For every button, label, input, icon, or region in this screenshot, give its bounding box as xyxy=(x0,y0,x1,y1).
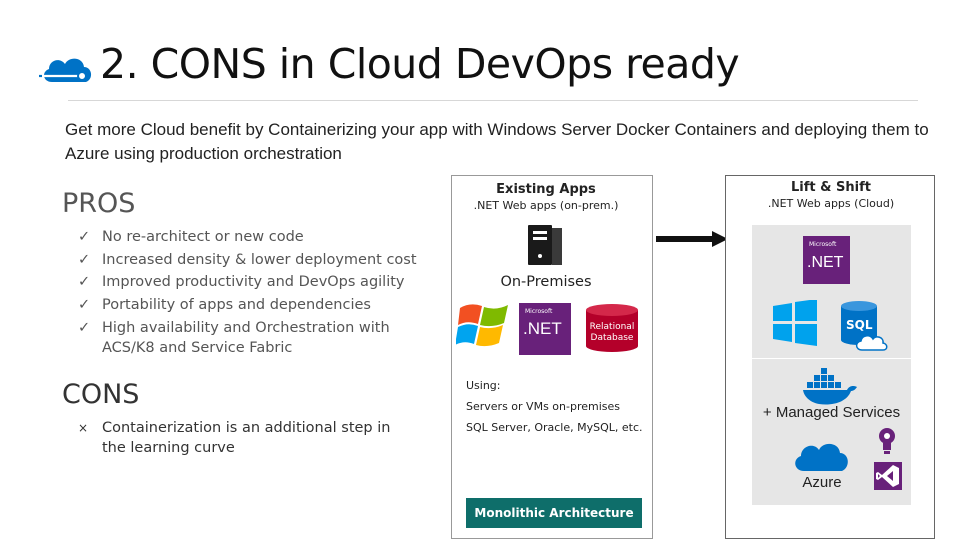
pros-item: ✓ No re-architect or new code xyxy=(78,226,438,249)
docker-whale-icon xyxy=(803,368,857,405)
page-title: 2. CONS in Cloud DevOps ready xyxy=(100,40,740,88)
azure-cloud-icon xyxy=(795,443,848,471)
panel-divider xyxy=(752,358,911,359)
pros-heading: PROS xyxy=(62,188,136,219)
using-label: Using: xyxy=(466,379,501,392)
cons-list: × Containerization is an additional step … xyxy=(78,418,418,458)
arrow-right-icon xyxy=(656,231,728,247)
pros-item: ✓ Portability of apps and dependencies xyxy=(78,294,438,317)
pros-list: ✓ No re-architect or new code ✓ Increased … xyxy=(78,226,438,358)
lift-shift-subtitle: .NET Web apps (Cloud) xyxy=(767,197,895,210)
cons-heading: CONS xyxy=(62,379,140,410)
dotnet-logo-icon: Microsoft .NET xyxy=(519,303,571,355)
on-premises-label: On-Premises xyxy=(500,274,592,290)
cons-item: × Containerization is an additional step … xyxy=(78,420,391,456)
existing-apps-subtitle: .NET Web apps (on-prem.) xyxy=(473,199,619,212)
pros-item: ✓ Increased density & lower deployment co… xyxy=(78,249,438,272)
pros-item: ✓ High availability and Orchestration wit… xyxy=(78,320,390,357)
check-icon: ✓ xyxy=(78,274,91,291)
server-tower-icon xyxy=(528,225,562,265)
lightbulb-icon xyxy=(879,428,895,454)
check-icon: ✓ xyxy=(78,296,91,313)
existing-apps-title: Existing Apps xyxy=(496,182,596,197)
windows-tiles-icon xyxy=(773,300,817,346)
check-icon: ✓ xyxy=(78,320,91,337)
sql-label: SQL xyxy=(846,318,873,332)
database-label: Relational Database xyxy=(589,322,635,343)
using-item: Servers or VMs on-premises xyxy=(466,400,620,413)
azure-label: Azure xyxy=(802,474,842,491)
slide-subtitle: Get more Cloud benefit by Containerizing… xyxy=(65,120,929,163)
cross-icon: × xyxy=(78,421,89,435)
monolithic-architecture-label: Monolithic Architecture xyxy=(466,498,642,528)
managed-services-label: + Managed Services xyxy=(762,404,901,421)
using-item: SQL Server, Oracle, MySQL, etc. xyxy=(466,421,643,434)
cloud-icon xyxy=(39,58,92,82)
windows-logo-icon xyxy=(456,304,508,347)
lift-shift-title: Lift & Shift xyxy=(791,180,871,195)
check-icon: ✓ xyxy=(78,251,91,268)
check-icon: ✓ xyxy=(78,229,91,245)
dotnet-logo-icon: Microsoft .NET xyxy=(803,236,850,284)
visual-studio-icon xyxy=(874,462,902,490)
title-divider xyxy=(68,100,918,101)
pros-item: ✓ Improved productivity and DevOps agilit… xyxy=(78,271,438,294)
